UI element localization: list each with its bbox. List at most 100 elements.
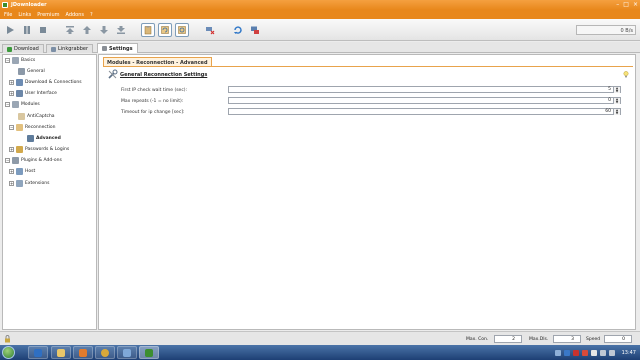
tray-flag-icon[interactable] (599, 349, 606, 356)
taskbar-chrome[interactable] (95, 346, 115, 359)
tray-volume-icon[interactable] (608, 349, 615, 356)
tab-download-label: Download (14, 46, 39, 52)
tree-item-passwords-logins[interactable]: + Passwords & Logins (9, 145, 69, 154)
spinner-arrows[interactable]: ▲ ▼ (613, 109, 620, 115)
tree-item-modules[interactable]: − Modules (5, 100, 40, 109)
tree-item-anticaptcha[interactable]: AntiCaptcha (18, 112, 55, 121)
ip-change-timeout-spinner[interactable]: 60 ▲ ▼ (228, 108, 621, 115)
maximize-icon[interactable]: □ (623, 1, 629, 8)
tab-download[interactable]: Download (2, 44, 44, 53)
menu-addons[interactable]: Addons (65, 12, 84, 18)
move-bottom-button[interactable] (114, 23, 128, 37)
premium-toggle-button[interactable] (175, 23, 189, 37)
stop-icon (40, 27, 46, 33)
collapse-icon[interactable]: − (5, 158, 10, 163)
connection-icon (16, 79, 23, 86)
tree-item-label: AntiCaptcha (27, 114, 55, 119)
max-dls-label: Max.Dls. (529, 337, 549, 342)
collapse-icon[interactable]: − (9, 125, 14, 130)
reconnect-now-button[interactable] (248, 23, 262, 37)
spinner-arrows[interactable]: ▲ ▼ (613, 98, 620, 104)
reconnect-toggle-button[interactable] (158, 23, 172, 37)
spin-down-icon[interactable]: ▼ (614, 90, 620, 93)
move-up-button[interactable] (80, 23, 94, 37)
settings-panel: Modules - Reconnection - Advanced Genera… (98, 54, 636, 330)
menu-file[interactable]: File (4, 12, 12, 18)
main-tabs: Download Linkgrabber Settings (0, 42, 640, 53)
expand-icon[interactable]: + (9, 80, 14, 85)
menu-help[interactable]: ? (90, 12, 93, 18)
taskbar-folder[interactable] (51, 346, 71, 359)
stop-button[interactable] (36, 23, 50, 37)
tools-icon (27, 135, 34, 142)
close-icon[interactable]: × (633, 1, 638, 8)
toolbar: 0 B/s (0, 19, 640, 41)
start-button[interactable] (2, 346, 15, 359)
menu-links[interactable]: Links (18, 12, 31, 18)
tree-item-user-interface[interactable]: + User Interface (9, 89, 57, 98)
minimize-icon[interactable]: – (616, 1, 619, 8)
key-icon (16, 146, 23, 153)
taskbar-explorer[interactable] (28, 346, 48, 359)
spin-down-icon[interactable]: ▼ (614, 112, 620, 115)
tray-arrow-icon[interactable] (554, 349, 561, 356)
remove-button[interactable] (203, 23, 217, 37)
tray-app-icon[interactable] (563, 349, 570, 356)
speed-limit-spinner[interactable]: 0 (604, 335, 632, 343)
max-con-label: Max. Con. (466, 337, 489, 342)
tree-item-download-connections[interactable]: + Download & Connections (9, 78, 82, 87)
tray-network-icon[interactable] (590, 349, 597, 356)
tab-linkgrabber-label: Linkgrabber (58, 46, 89, 52)
taskbar-app[interactable] (117, 346, 137, 359)
tree-item-advanced[interactable]: Advanced (27, 134, 61, 143)
move-top-button[interactable] (63, 23, 77, 37)
first-ip-check-spinner[interactable]: 5 ▲ ▼ (228, 86, 621, 93)
panel-tab[interactable]: Modules - Reconnection - Advanced (103, 57, 212, 66)
window-controls: – □ × (616, 1, 638, 8)
section-title: General Reconnection Settings (120, 72, 208, 78)
tree-item-general[interactable]: General (18, 67, 45, 76)
tray-antivirus-icon[interactable] (572, 349, 579, 356)
clipboard-observer-button[interactable] (141, 23, 155, 37)
panel-tab-divider (103, 66, 633, 67)
tab-settings[interactable]: Settings (97, 43, 138, 53)
settings-icon (102, 46, 107, 51)
refresh-icon (234, 26, 242, 34)
start-button[interactable] (3, 23, 17, 37)
spinner-value: 5 (608, 87, 611, 92)
pause-icon (24, 26, 30, 34)
update-button[interactable] (231, 23, 245, 37)
tree-item-reconnection[interactable]: − Reconnection (9, 123, 56, 132)
collapse-icon[interactable]: − (5, 58, 10, 63)
max-repeats-spinner[interactable]: 0 ▲ ▼ (228, 97, 621, 104)
expand-icon[interactable]: + (9, 91, 14, 96)
clock[interactable]: 13:47 (622, 350, 636, 356)
menu-premium[interactable]: Premium (37, 12, 59, 18)
collapse-icon[interactable]: − (5, 102, 10, 107)
tree-item-label: Reconnection (25, 125, 56, 130)
move-down-button[interactable] (97, 23, 111, 37)
tray-update-icon[interactable] (581, 349, 588, 356)
pause-button[interactable] (20, 23, 34, 37)
spinner-arrows[interactable]: ▲ ▼ (613, 87, 620, 93)
plugins-icon (12, 157, 19, 164)
tree-item-host[interactable]: + Host (9, 167, 35, 176)
tree-item-plugins-addons[interactable]: − Plugins & Add-ons (5, 156, 62, 165)
max-con-spinner[interactable]: 2 (494, 335, 522, 343)
expand-icon[interactable]: + (9, 181, 14, 186)
wrench-icon (108, 69, 118, 79)
spin-down-icon[interactable]: ▼ (614, 101, 620, 104)
tab-linkgrabber[interactable]: Linkgrabber (46, 44, 94, 53)
padlock-icon[interactable] (4, 335, 11, 343)
tree-item-extensions[interactable]: + Extensions (9, 179, 49, 188)
taskbar-jdownloader[interactable] (139, 346, 159, 359)
expand-icon[interactable]: + (9, 169, 14, 174)
taskbar-media[interactable] (73, 346, 93, 359)
expand-icon[interactable]: + (9, 147, 14, 152)
max-dls-spinner[interactable]: 3 (553, 335, 581, 343)
tree-item-basics[interactable]: − Basics (5, 56, 35, 65)
lightbulb-icon[interactable] (623, 71, 629, 78)
reconnection-icon (16, 124, 23, 131)
chrome-icon (101, 348, 109, 357)
network-icon (251, 26, 259, 34)
